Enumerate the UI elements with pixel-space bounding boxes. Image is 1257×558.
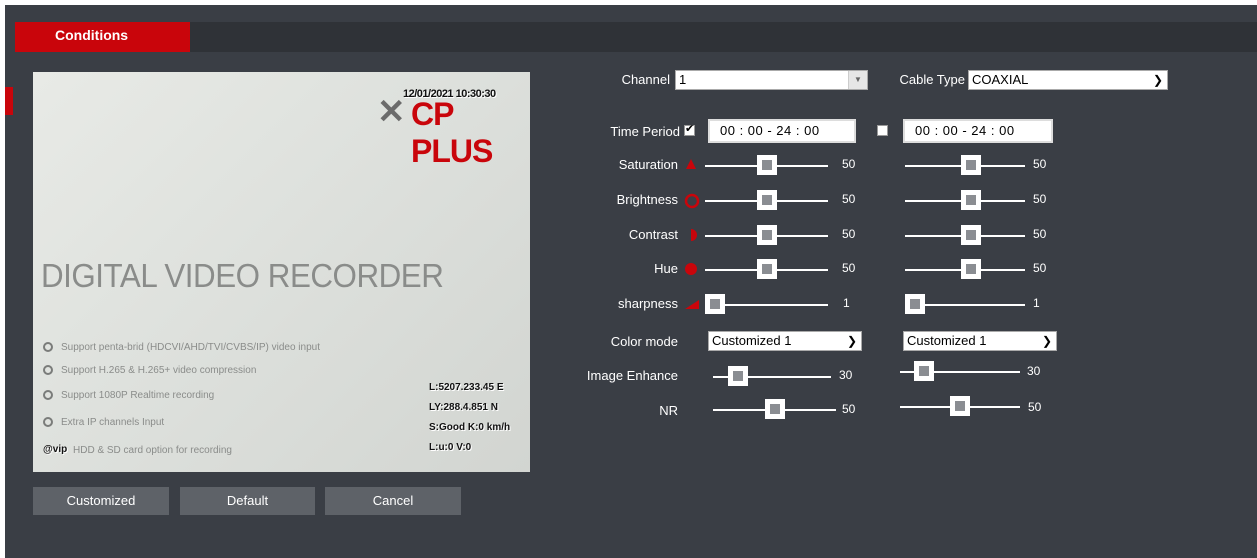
- brightness-2-value: 50: [1033, 192, 1047, 206]
- sharpness-1-slider[interactable]: [705, 294, 725, 314]
- tab-conditions[interactable]: Conditions: [15, 22, 190, 52]
- time-period-1-input[interactable]: 00 : 00 - 24 : 00: [708, 119, 856, 143]
- slider-label-contrast: Contrast: [628, 227, 678, 242]
- contrast-icon: [684, 228, 698, 247]
- feature-item: Support H.265 & H.265+ video compression: [43, 365, 256, 376]
- nr-1-slider[interactable]: [765, 399, 785, 419]
- time-period-2-checkbox[interactable]: [877, 125, 888, 136]
- feature-item: Support 1080P Realtime recording: [43, 390, 214, 401]
- brightness-1-slider[interactable]: [757, 190, 777, 210]
- logo-text: CP PLUS: [411, 96, 493, 169]
- image-enhance-2-slider[interactable]: [914, 361, 934, 381]
- cable-type-value: COAXIAL: [972, 72, 1029, 87]
- channel-select[interactable]: 1 ▼: [675, 70, 868, 90]
- hue-2-value: 50: [1033, 261, 1047, 275]
- osd-channel-name: @vip: [43, 444, 68, 455]
- sharpness-2-slider[interactable]: [905, 294, 925, 314]
- cable-type-select[interactable]: COAXIAL ❯: [968, 70, 1168, 90]
- osd-gps-line: S:Good K:0 km/h: [429, 422, 511, 433]
- video-preview: 12/01/2021 10:30:30 ✕ CP PLUS DIGITAL VI…: [33, 72, 530, 472]
- sharpness-2-value: 1: [1033, 296, 1040, 310]
- tab-bar: [190, 22, 1257, 52]
- cancel-button[interactable]: Cancel: [325, 487, 461, 515]
- chevron-down-icon: ❯: [846, 334, 857, 348]
- slider-label-brightness: Brightness: [616, 192, 678, 207]
- color-mode-1-select[interactable]: Customized 1 ❯: [708, 331, 862, 351]
- feature-item: Extra IP channels Input: [43, 417, 164, 428]
- channel-label: Channel: [621, 72, 670, 87]
- brightness-icon: [684, 193, 700, 214]
- chevron-down-icon: ❯: [1152, 73, 1163, 87]
- time-period-2-input[interactable]: 00 : 00 - 24 : 00: [903, 119, 1053, 143]
- time-period-1-checkbox[interactable]: [684, 122, 695, 136]
- saturation-icon: [684, 158, 698, 177]
- contrast-2-slider[interactable]: [961, 225, 981, 245]
- image-enhance-2-value: 30: [1027, 364, 1041, 378]
- slider-label-hue: Hue: [654, 261, 678, 276]
- osd-gps-line: L:u:0 V:0: [429, 442, 472, 453]
- side-indicator: [5, 87, 13, 115]
- image-enhance-1-value: 30: [839, 368, 853, 382]
- channel-value: 1: [679, 72, 687, 87]
- sharpness-icon: [684, 297, 700, 315]
- nr-2-value: 50: [1028, 400, 1042, 414]
- slider-label-sharpness: sharpness: [618, 296, 678, 311]
- saturation-1-slider[interactable]: [757, 155, 777, 175]
- feature-item: HDD & SD card option for recording: [73, 445, 232, 456]
- color-mode-label: Color mode: [610, 334, 678, 349]
- image-enhance-label: Image Enhance: [586, 368, 678, 383]
- sharpness-1-value: 1: [843, 296, 850, 310]
- color-mode-2-select[interactable]: Customized 1 ❯: [903, 331, 1057, 351]
- contrast-1-slider[interactable]: [757, 225, 777, 245]
- hue-1-value: 50: [842, 261, 856, 275]
- feature-item: Support penta-brid (HDCVI/AHD/TVI/CVBS/I…: [43, 342, 320, 353]
- hue-1-slider[interactable]: [757, 259, 777, 279]
- osd-gps-line: LY:288.4.851 N: [429, 402, 498, 413]
- brightness-1-value: 50: [842, 192, 856, 206]
- saturation-2-slider[interactable]: [961, 155, 981, 175]
- chevron-down-icon: ❯: [1041, 334, 1052, 348]
- hue-icon: [684, 262, 698, 281]
- osd-gps-line: L:5207.233.45 E: [429, 382, 504, 393]
- saturation-1-value: 50: [842, 157, 856, 171]
- image-enhance-1-slider[interactable]: [728, 366, 748, 386]
- preview-title: DIGITAL VIDEO RECORDER: [41, 257, 444, 294]
- dropdown-arrow-icon: ▼: [848, 71, 867, 89]
- contrast-2-value: 50: [1033, 227, 1047, 241]
- customized-button[interactable]: Customized: [33, 487, 169, 515]
- cable-type-label: Cable Type: [899, 72, 965, 87]
- contrast-1-value: 50: [842, 227, 856, 241]
- nr-label: NR: [659, 403, 678, 418]
- time-period-label: Time Period: [610, 124, 680, 139]
- slider-label-saturation: Saturation: [618, 157, 678, 172]
- hue-2-slider[interactable]: [961, 259, 981, 279]
- brightness-2-slider[interactable]: [961, 190, 981, 210]
- color-mode-1-value: Customized 1: [712, 333, 792, 348]
- saturation-2-value: 50: [1033, 157, 1047, 171]
- nr-1-value: 50: [842, 402, 856, 416]
- default-button[interactable]: Default: [180, 487, 315, 515]
- nr-2-slider[interactable]: [950, 396, 970, 416]
- color-mode-2-value: Customized 1: [907, 333, 987, 348]
- logo-mark-icon: ✕: [377, 93, 406, 131]
